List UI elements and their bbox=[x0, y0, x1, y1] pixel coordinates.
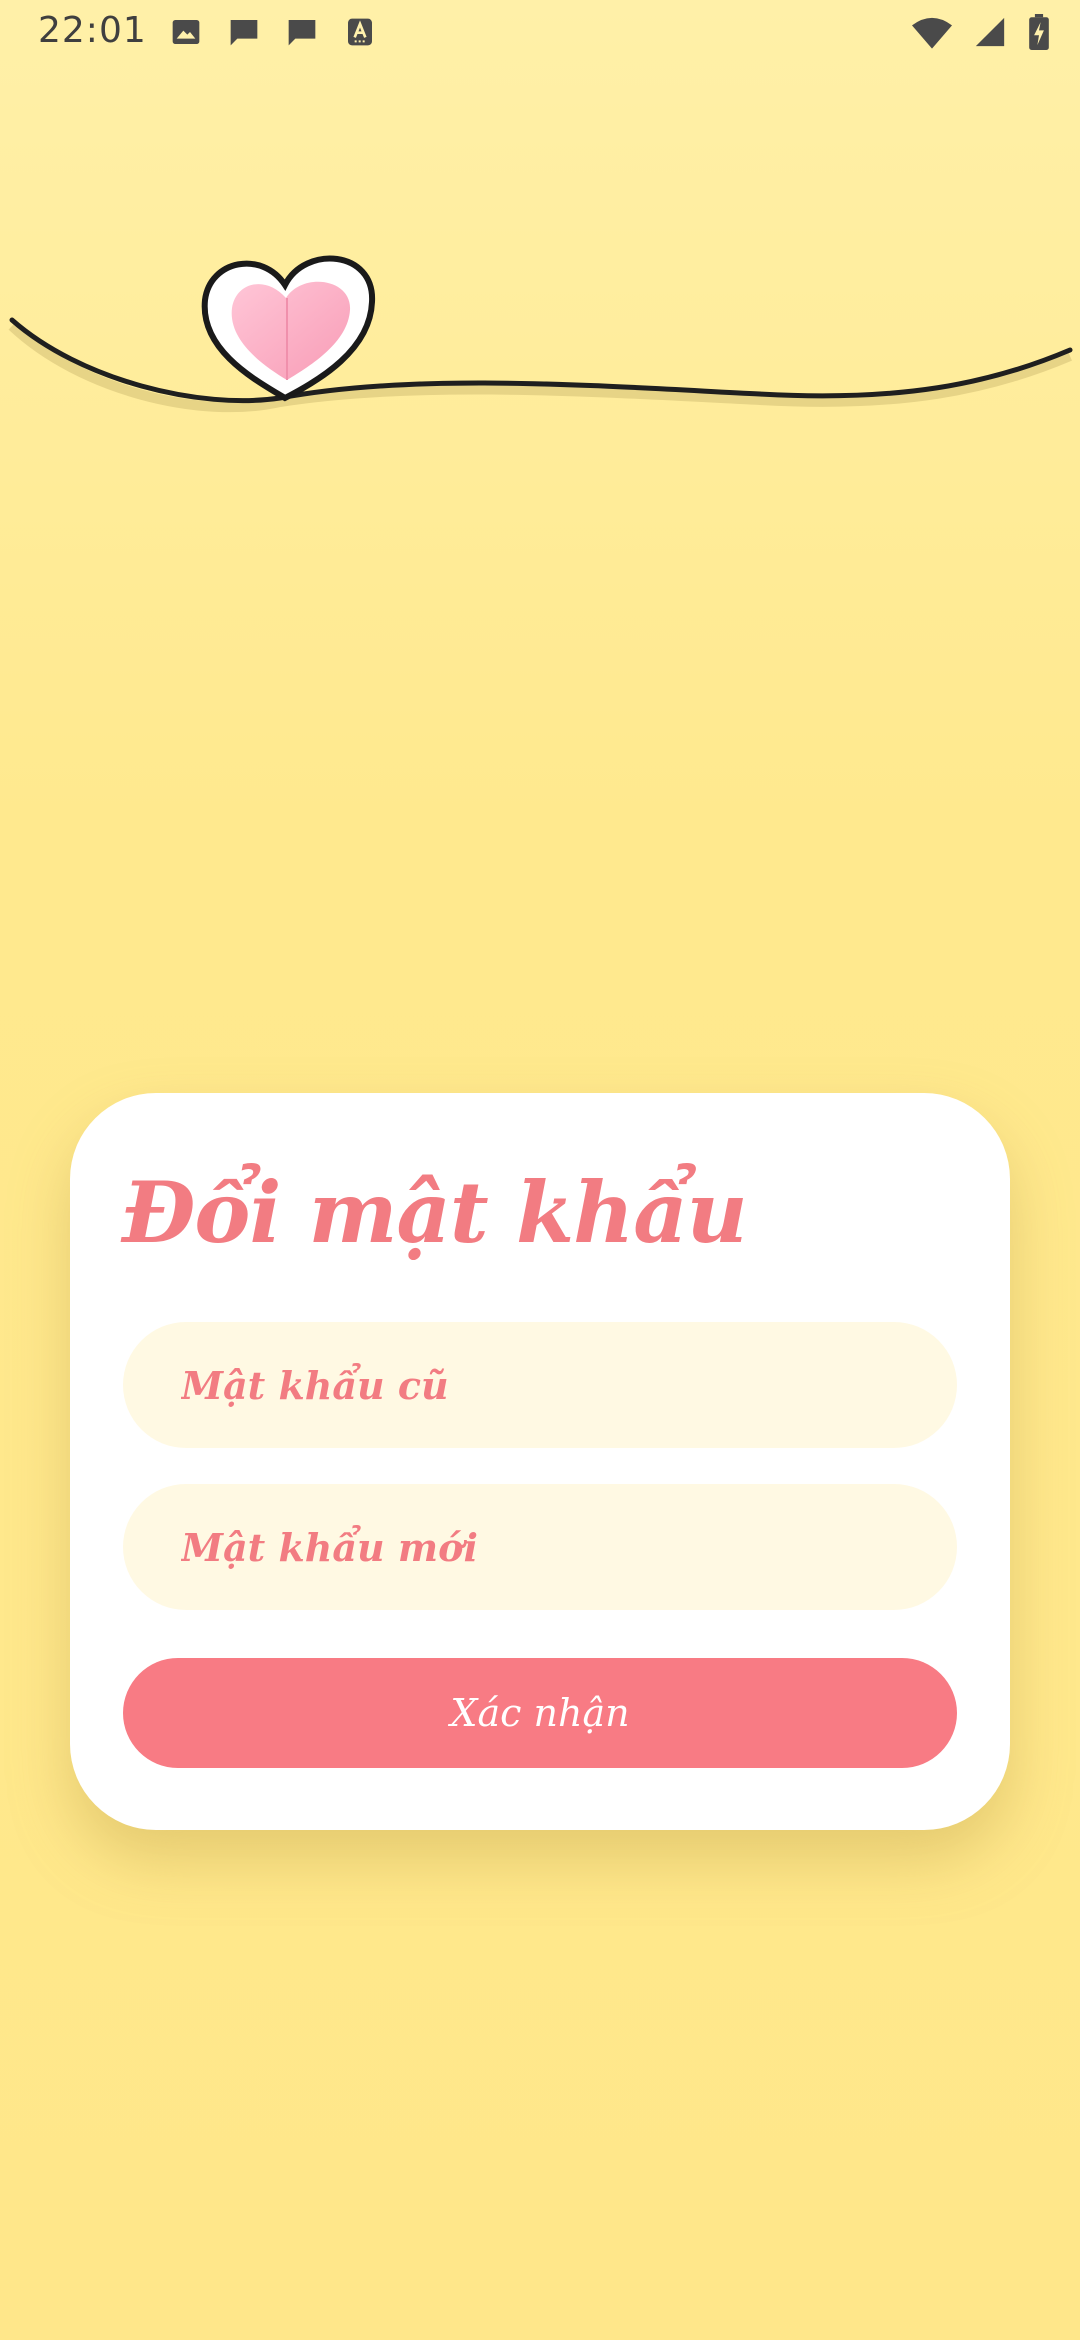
message-icon bbox=[230, 20, 258, 46]
confirm-button[interactable]: Xác nhận bbox=[123, 1658, 957, 1768]
battery-charging-icon bbox=[1029, 14, 1049, 50]
image-icon bbox=[172, 20, 200, 44]
wifi-icon bbox=[912, 17, 952, 49]
status-time: 22:01 bbox=[38, 10, 147, 51]
old-password-field[interactable] bbox=[123, 1322, 957, 1448]
old-password-input[interactable] bbox=[123, 1362, 957, 1408]
notification-icons bbox=[168, 16, 378, 48]
new-password-input[interactable] bbox=[123, 1524, 957, 1570]
page-title: Đổi mật khẩu bbox=[122, 1163, 748, 1262]
new-password-field[interactable] bbox=[123, 1484, 957, 1610]
heart-string-decoration bbox=[8, 255, 1073, 413]
signal-icon bbox=[975, 17, 1005, 47]
system-icons bbox=[912, 14, 1050, 50]
change-password-card: Đổi mật khẩu Xác nhận bbox=[70, 1093, 1010, 1830]
confirm-button-label: Xác nhận bbox=[450, 1691, 630, 1735]
text-a-icon bbox=[348, 18, 372, 46]
message-icon bbox=[288, 20, 316, 46]
heart-icon bbox=[201, 255, 376, 402]
status-bar: 22:01 bbox=[0, 0, 1080, 64]
